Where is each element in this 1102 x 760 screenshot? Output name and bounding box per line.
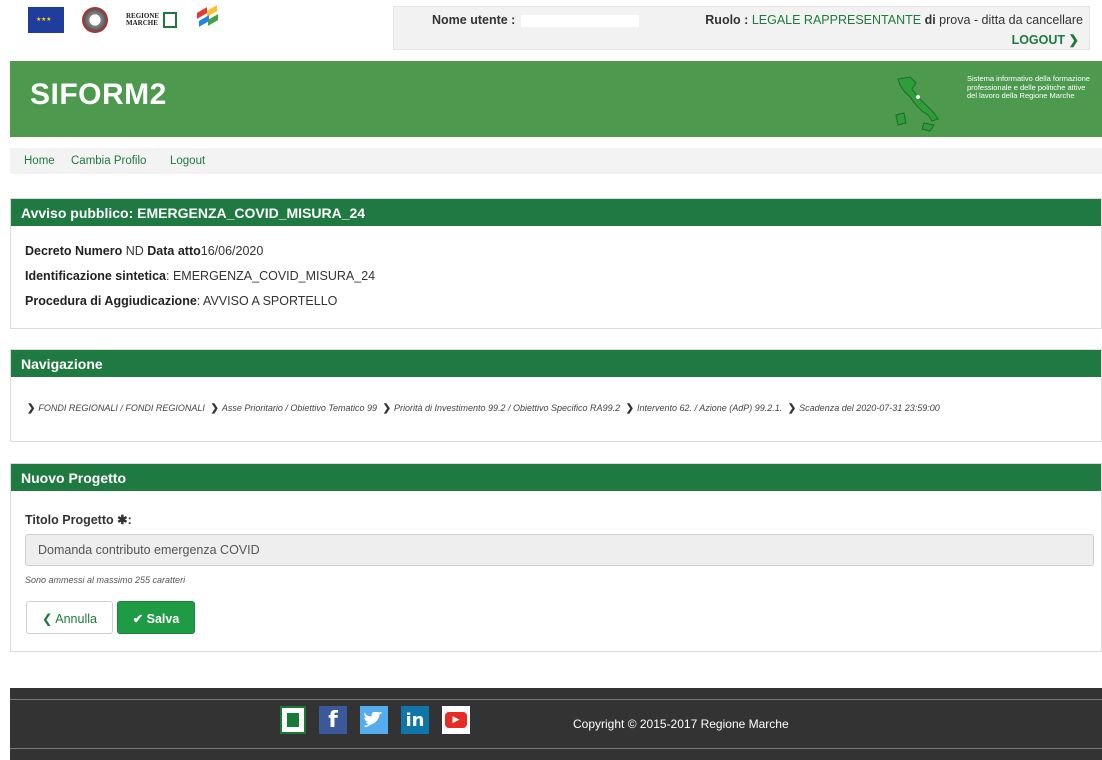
footer-divider-top	[10, 699, 1102, 700]
nav-logout-link[interactable]: Logout	[170, 155, 205, 167]
regione-marche-icon[interactable]	[280, 706, 306, 734]
username-redacted	[521, 14, 640, 27]
copyright-text: Copyright © 2015-2017 Regione Marche	[573, 717, 789, 731]
regione-marche-logo: REGIONE MARCHE	[126, 12, 178, 28]
app-title: SIFORM2	[30, 78, 167, 111]
username-label: Nome utente :	[432, 13, 516, 27]
marche-shield-icon	[163, 12, 178, 28]
procedura-row: Procedura di Aggiudicazione: AVVISO A SP…	[25, 294, 337, 308]
breadcrumb-item: FONDI REGIONALI / FONDI REGIONALI	[38, 403, 205, 413]
breadcrumb-item: Priorità di Investimento 99.2 / Obiettiv…	[393, 403, 621, 413]
decreto-label: Decreto Numero	[25, 244, 123, 258]
italian-republic-emblem-icon	[82, 7, 108, 33]
company-prefix: di	[924, 13, 936, 27]
linkedin-icon[interactable]: in	[401, 706, 429, 734]
nav-home-link[interactable]: Home	[24, 155, 55, 167]
facebook-icon[interactable]: f	[319, 706, 347, 734]
nuovo-progetto-panel-title: Nuovo Progetto	[11, 464, 1101, 491]
titolo-progetto-hint: Sono ammessi al massimo 255 caratteri	[25, 575, 186, 585]
procedura-label: Procedura di Aggiudicazione	[25, 294, 197, 308]
breadcrumb-item: Intervento 62. / Azione (AdP) 99.2.1.	[637, 403, 783, 413]
role-label: Ruolo :	[705, 13, 749, 27]
youtube-play-glyph: ▶	[445, 712, 467, 728]
nuovo-progetto-panel: Nuovo Progetto Titolo Progetto ✱: Sono a…	[10, 463, 1102, 652]
nav-cambia-profilo-link[interactable]: Cambia Profilo	[71, 155, 146, 167]
regione-marche-logo-text: REGIONE MARCHE	[126, 13, 159, 27]
avviso-panel: Avviso pubblico: EMERGENZA_COVID_MISURA_…	[10, 198, 1102, 329]
avviso-panel-title: Avviso pubblico: EMERGENZA_COVID_MISURA_…	[11, 199, 1101, 226]
fse-logo-icon	[195, 5, 219, 34]
logo-line-2: MARCHE	[126, 19, 158, 27]
breadcrumb-separator-icon: ❯	[625, 403, 634, 414]
footer-divider-bottom	[10, 748, 1102, 749]
titolo-progetto-label-text: Titolo Progetto	[25, 513, 114, 527]
titolo-progetto-input[interactable]	[25, 534, 1094, 566]
breadcrumb-separator-icon: ❯	[787, 403, 797, 414]
salva-button[interactable]: ✔ Salva	[117, 601, 195, 634]
data-atto-value: 16/06/2020	[200, 244, 264, 258]
decreto-value: ND	[125, 244, 144, 258]
required-asterisk-icon: ✱:	[117, 513, 132, 527]
navigazione-panel: Navigazione ❯ FONDI REGIONALI / FONDI REG…	[10, 349, 1102, 442]
top-navigation: Home Cambia Profilo Logout	[10, 148, 1102, 174]
breadcrumb: ❯ FONDI REGIONALI / FONDI REGIONALI ❯ Asse…	[27, 403, 940, 414]
role-value: LEGALE RAPPRESENTANTE	[751, 13, 922, 27]
italy-map-icon	[895, 76, 939, 132]
identificazione-row: Identificazione sintetica: EMERGENZA_COV…	[25, 269, 375, 283]
breadcrumb-separator-icon: ❯	[210, 403, 219, 414]
username-line: Nome utente :	[432, 13, 645, 27]
navigazione-panel-title: Navigazione	[11, 350, 1101, 377]
footer-social-icons: f in ▶	[280, 706, 470, 734]
identificazione-label: Identificazione sintetica	[25, 269, 167, 283]
app-header: SIFORM2 Sistema informativo della formaz…	[10, 61, 1102, 137]
breadcrumb-item: Scadenza del 2020-07-31 23:59:00	[799, 403, 940, 413]
company-name: prova - ditta da cancellare	[939, 13, 1083, 27]
decreto-row: Decreto Numero ND Data atto16/06/2020	[25, 244, 263, 258]
top-bar: REGIONE MARCHE Nome utente : Ruolo : LEG…	[0, 0, 1102, 56]
titolo-progetto-label: Titolo Progetto ✱:	[25, 512, 132, 527]
breadcrumb-item: Asse Prioritario / Obiettivo Tematico 99	[221, 403, 378, 413]
header-description: Sistema informativo della formazione pro…	[967, 74, 1090, 100]
breadcrumb-separator-icon: ❯	[27, 403, 36, 414]
footer: f in ▶ Copyright © 2015-2017 Regione Mar…	[10, 688, 1102, 760]
annulla-button[interactable]: ❮ Annulla	[26, 601, 113, 634]
identificazione-value: : EMERGENZA_COVID_MISURA_24	[166, 269, 376, 283]
data-atto-label: Data atto	[147, 244, 201, 258]
twitter-icon[interactable]	[360, 706, 388, 734]
user-info-box: Nome utente : Ruolo : LEGALE RAPPRESENTA…	[393, 6, 1090, 50]
youtube-icon[interactable]: ▶	[442, 706, 470, 734]
procedura-value: : AVVISO A SPORTELLO	[196, 294, 338, 308]
institutional-logos: REGIONE MARCHE	[28, 5, 219, 34]
eu-flag-icon	[28, 7, 64, 33]
logout-link[interactable]: LOGOUT ❯	[1012, 32, 1079, 47]
breadcrumb-separator-icon: ❯	[382, 403, 391, 414]
role-line: Ruolo : LEGALE RAPPRESENTANTE di prova -…	[705, 13, 1083, 27]
